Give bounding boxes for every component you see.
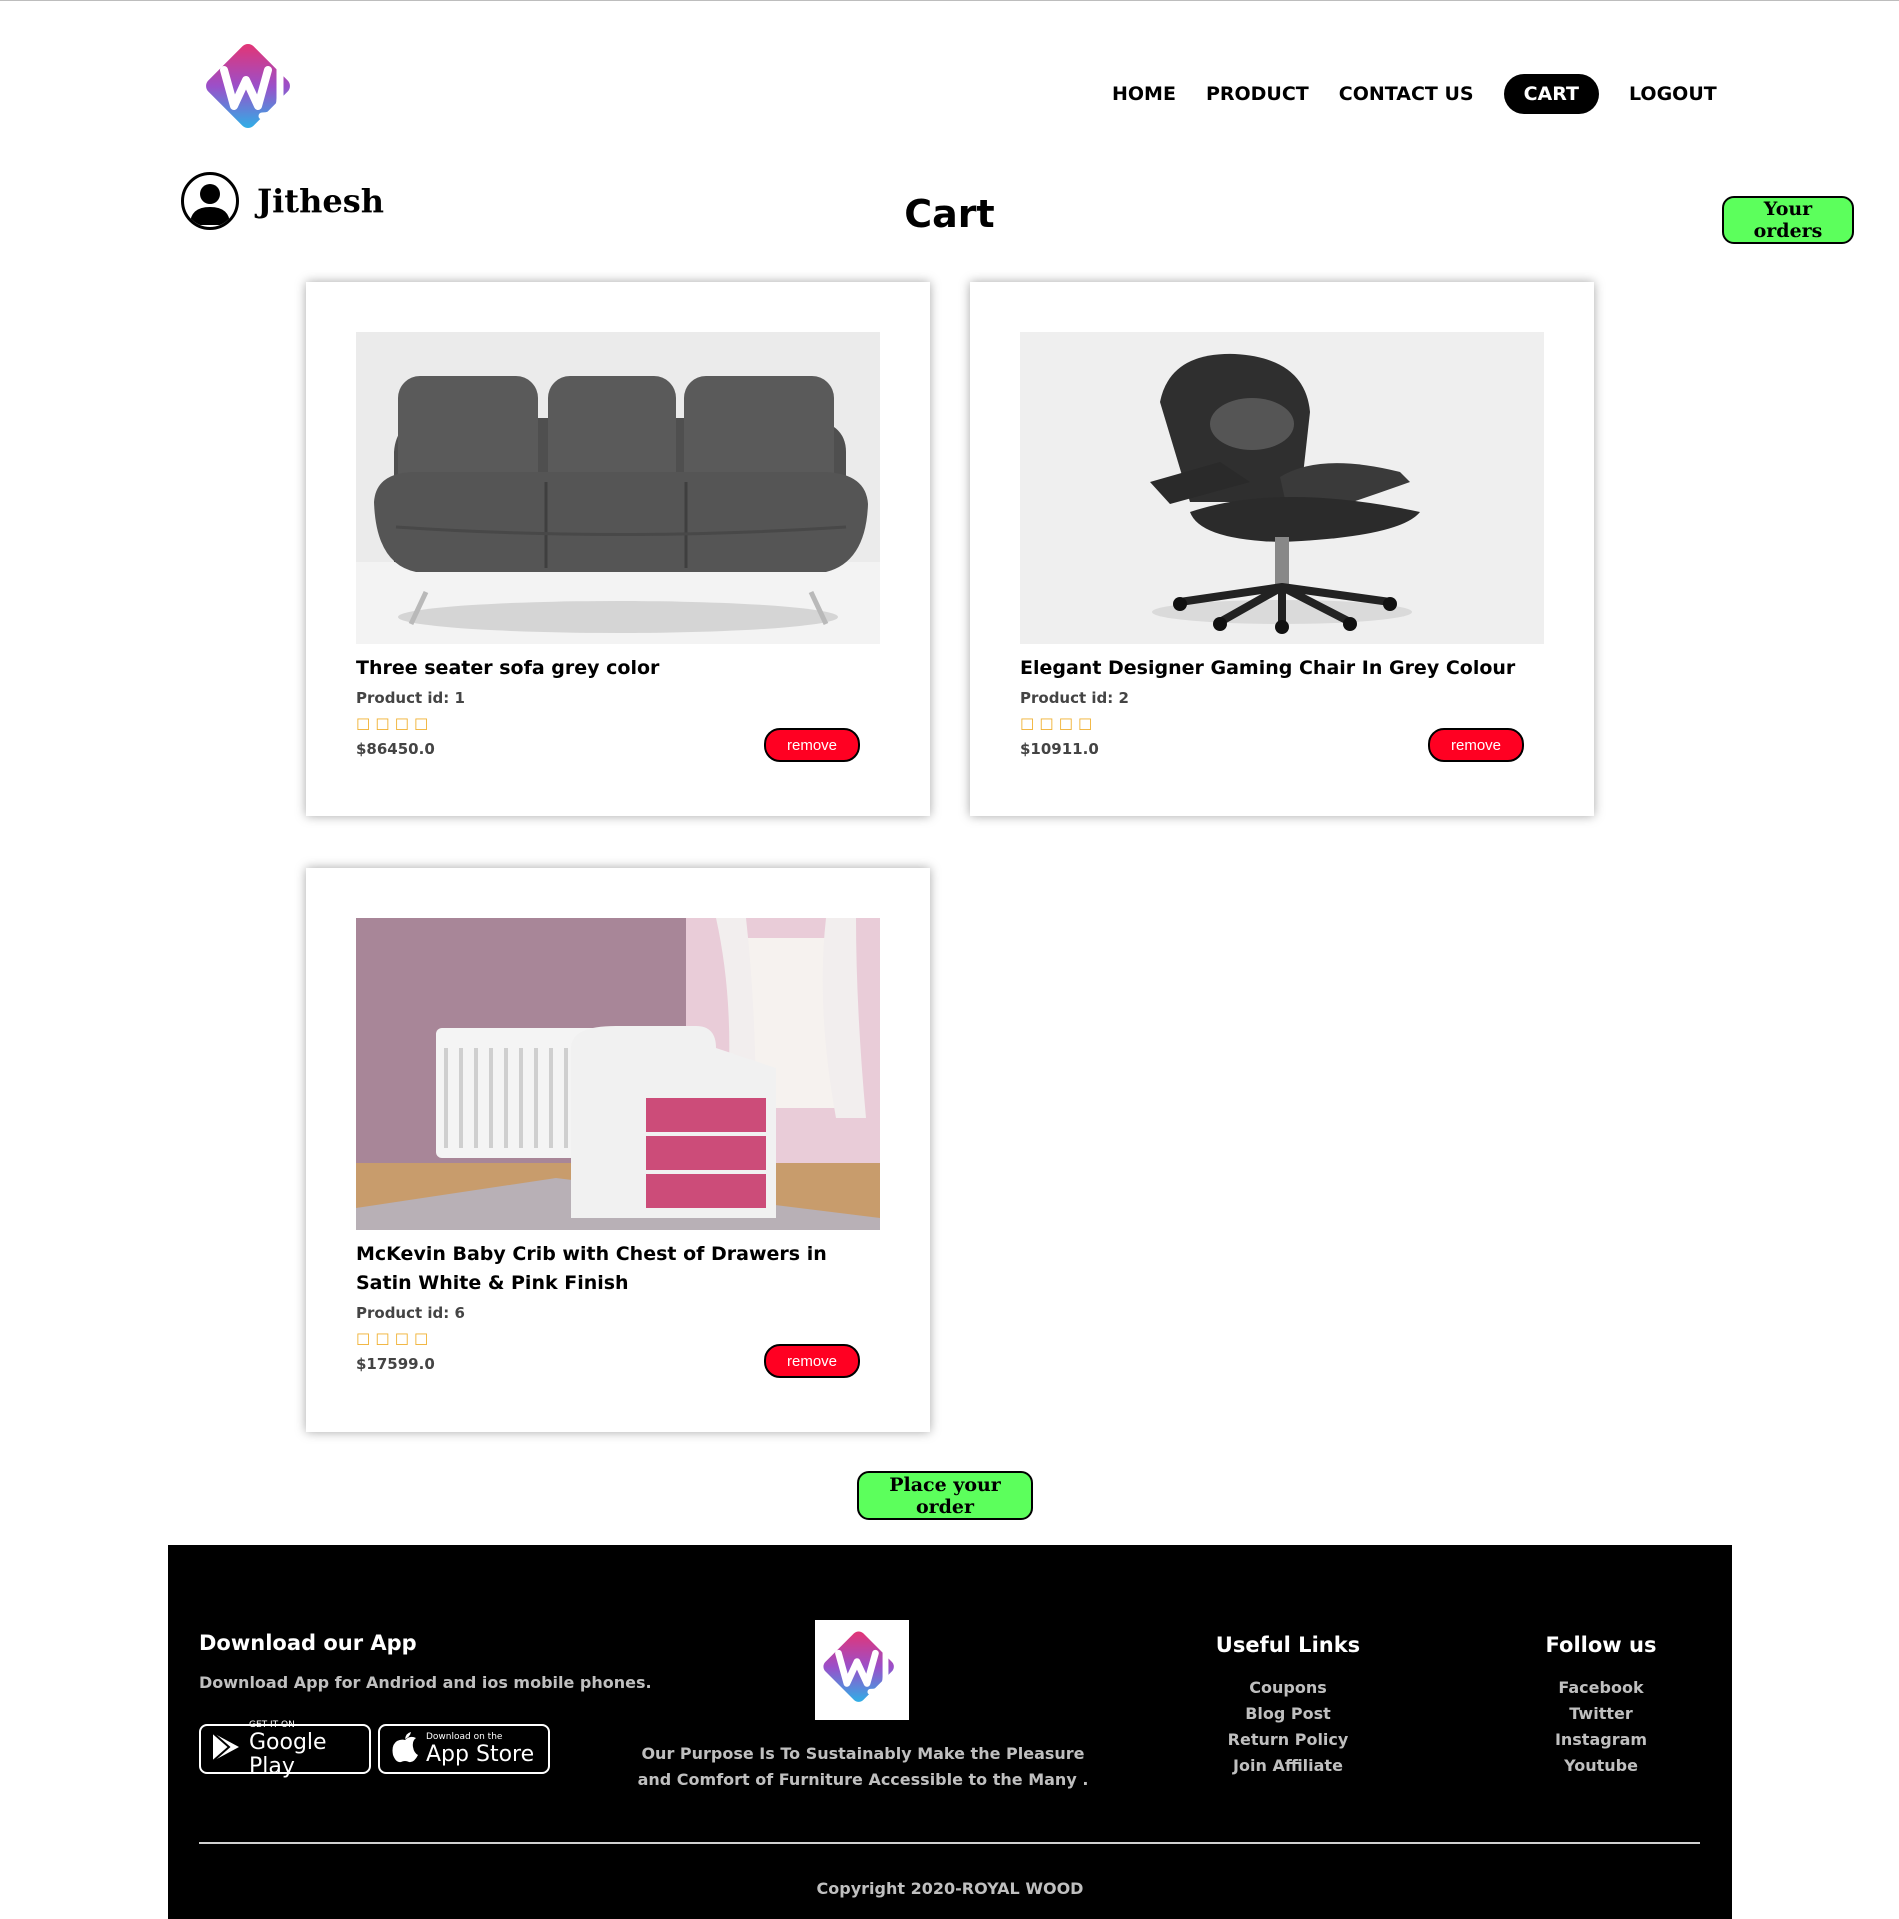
main-nav: HOME PRODUCT CONTACT US CART LOGOUT xyxy=(1112,74,1747,114)
app-store-big: App Store xyxy=(426,1741,535,1767)
product-name[interactable]: Three seater sofa grey color xyxy=(356,654,880,683)
cart-item-card: Three seater sofa grey color Product id:… xyxy=(306,282,930,816)
top-border xyxy=(0,0,1899,1)
product-id: Product id: 2 xyxy=(1020,689,1129,707)
product-image-gaming-chair[interactable] xyxy=(1020,332,1544,644)
link-coupons[interactable]: Coupons xyxy=(1168,1675,1408,1701)
your-orders-button[interactable]: Your orders xyxy=(1722,196,1854,244)
product-id: Product id: 6 xyxy=(356,1304,465,1322)
download-app-text: Download App for Andriod and ios mobile … xyxy=(199,1673,652,1692)
follow-us-heading: Follow us xyxy=(1545,1633,1657,1657)
cart-item-card: McKevin Baby Crib with Chest of Drawers … xyxy=(306,868,930,1432)
link-return-policy[interactable]: Return Policy xyxy=(1168,1727,1408,1753)
page-title: Cart xyxy=(904,192,995,236)
product-image-sofa[interactable] xyxy=(356,332,880,644)
link-facebook[interactable]: Facebook xyxy=(1481,1675,1721,1701)
brand-logo-icon[interactable] xyxy=(196,40,308,140)
nav-cart[interactable]: CART xyxy=(1503,74,1599,114)
nav-logout[interactable]: LOGOUT xyxy=(1629,74,1717,114)
link-join-affiliate[interactable]: Join Affiliate xyxy=(1168,1753,1408,1779)
footer: Download our App Download App for Andrio… xyxy=(168,1545,1732,1919)
footer-divider xyxy=(199,1842,1700,1844)
about-line-1: Our Purpose Is To Sustainably Make the P… xyxy=(641,1744,1085,1763)
nav-contact-us[interactable]: CONTACT US xyxy=(1339,74,1474,114)
remove-button[interactable]: remove xyxy=(764,728,860,762)
product-image-baby-crib[interactable] xyxy=(356,918,880,1230)
cart-item-card: Elegant Designer Gaming Chair In Grey Co… xyxy=(970,282,1594,816)
useful-links-list: Coupons Blog Post Return Policy Join Aff… xyxy=(1168,1675,1408,1779)
app-store-button[interactable]: Download on the App Store xyxy=(378,1724,550,1774)
product-id: Product id: 1 xyxy=(356,689,465,707)
google-play-big: Google Play xyxy=(249,1729,327,1779)
google-play-small: GET IT ON xyxy=(249,1719,295,1730)
link-youtube[interactable]: Youtube xyxy=(1481,1753,1721,1779)
about-text: Our Purpose Is To Sustainably Make the P… xyxy=(618,1741,1108,1793)
place-order-button[interactable]: Place your order xyxy=(857,1471,1033,1520)
google-play-button[interactable]: GET IT ON Google Play xyxy=(199,1720,371,1778)
follow-us-list: Facebook Twitter Instagram Youtube xyxy=(1481,1675,1721,1779)
app-store-small: Download on the xyxy=(426,1731,503,1742)
link-blog-post[interactable]: Blog Post xyxy=(1168,1701,1408,1727)
remove-button[interactable]: remove xyxy=(1428,728,1524,762)
useful-links-heading: Useful Links xyxy=(1215,1633,1361,1657)
apple-icon xyxy=(392,1731,418,1767)
link-twitter[interactable]: Twitter xyxy=(1481,1701,1721,1727)
about-line-2: and Comfort of Furniture Accessible to t… xyxy=(637,1770,1089,1789)
footer-logo-icon[interactable] xyxy=(815,1620,909,1720)
product-name[interactable]: McKevin Baby Crib with Chest of Drawers … xyxy=(356,1240,880,1298)
link-instagram[interactable]: Instagram xyxy=(1481,1727,1721,1753)
product-name[interactable]: Elegant Designer Gaming Chair In Grey Co… xyxy=(1020,654,1544,683)
google-play-icon xyxy=(211,1731,241,1767)
nav-product[interactable]: PRODUCT xyxy=(1206,74,1309,114)
nav-home[interactable]: HOME xyxy=(1112,74,1176,114)
download-app-heading: Download our App xyxy=(199,1631,417,1655)
copyright-text: Copyright 2020-ROYAL WOOD xyxy=(816,1879,1084,1898)
remove-button[interactable]: remove xyxy=(764,1344,860,1378)
